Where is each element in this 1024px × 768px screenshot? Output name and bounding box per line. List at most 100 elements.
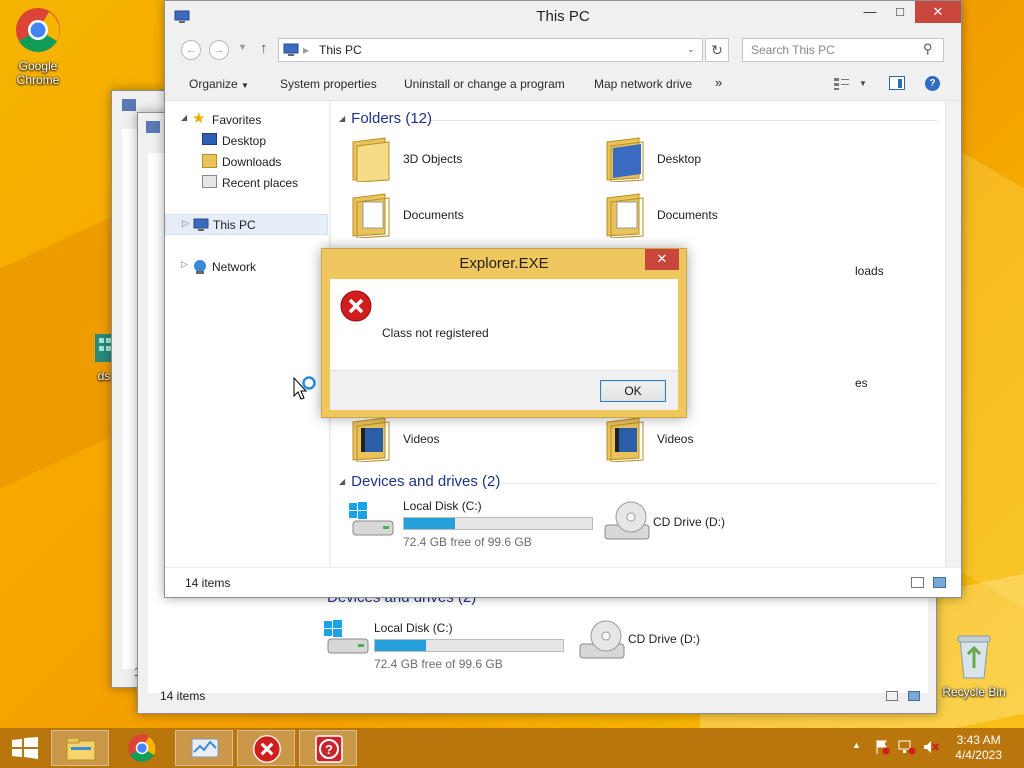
organize-button[interactable]: Organize ▼ xyxy=(189,77,249,91)
folder-pictures-label-partial[interactable]: es xyxy=(855,376,868,390)
clock-time: 3:43 AM xyxy=(956,733,1001,747)
status-item-count: 14 items xyxy=(185,576,231,590)
address-dropdown-icon[interactable]: ⌄ xyxy=(687,44,695,55)
expand-arrow-icon: ▷ xyxy=(181,259,188,269)
cd-drive-tile[interactable]: CD Drive (D:) xyxy=(576,618,776,670)
videos-folder-icon xyxy=(605,416,645,465)
tiles-view-icon[interactable] xyxy=(908,691,920,701)
local-disk-tile[interactable]: Local Disk (C:) 72.4 GB free of 99.6 GB xyxy=(322,613,582,671)
recent-places-icon xyxy=(202,175,217,188)
taskbar-file-explorer[interactable] xyxy=(51,730,109,766)
drive-usage-bar xyxy=(403,517,593,530)
desktop-icon xyxy=(202,133,217,145)
clock-date: 4/4/2023 xyxy=(955,748,1002,762)
nav-item-recent-places[interactable]: Recent places xyxy=(165,172,330,193)
taskbar-task-manager[interactable] xyxy=(175,730,233,766)
desktop-icon-label: Recycle Bin xyxy=(942,685,1006,699)
nav-item-desktop[interactable]: Desktop xyxy=(165,130,330,151)
forward-arrow-icon[interactable]: → xyxy=(209,40,229,60)
status-bar: 14 items xyxy=(165,567,961,597)
close-button[interactable]: ✕ xyxy=(915,1,961,23)
system-properties-button[interactable]: System properties xyxy=(280,77,377,91)
videos-folder-icon xyxy=(351,416,391,465)
folders-group-header[interactable]: ◢ Folders (12) xyxy=(339,110,432,127)
nav-item-downloads[interactable]: Downloads xyxy=(165,151,330,172)
maximize-button[interactable]: □ xyxy=(885,1,915,23)
collapse-arrow-icon: ◢ xyxy=(339,114,346,123)
dialog-close-button[interactable]: ✕ xyxy=(645,249,679,270)
volume-muted-icon[interactable] xyxy=(922,739,940,758)
folder-documents-2[interactable]: Documents xyxy=(605,192,825,244)
help-icon[interactable]: ? xyxy=(925,76,940,91)
chrome-icon xyxy=(6,6,70,57)
file-explorer-icon xyxy=(66,737,96,764)
drive-free-space: 72.4 GB free of 99.6 GB xyxy=(374,657,503,671)
network-status-icon[interactable] xyxy=(898,739,916,758)
nav-item-favorites[interactable]: ◢ ★ Favorites xyxy=(165,109,330,130)
cd-drive-icon xyxy=(601,499,651,548)
drive-name: CD Drive (D:) xyxy=(653,515,725,529)
cd-drive-icon xyxy=(576,618,626,667)
chrome-icon xyxy=(127,733,157,766)
expand-arrow-icon: ▷ xyxy=(182,218,189,228)
computer-icon xyxy=(146,121,160,133)
dialog-footer: OK xyxy=(330,370,678,410)
refresh-icon[interactable]: ↻ xyxy=(705,38,729,62)
taskbar-help[interactable]: ? xyxy=(299,730,357,766)
address-row: ← → ▼ ↑ ▸ This PC ⌄ ↻ Search This PC ⚲ xyxy=(165,31,961,67)
command-bar: Organize ▼ System properties Uninstall o… xyxy=(165,67,961,101)
windows-start-icon[interactable] xyxy=(12,737,38,762)
folder-documents[interactable]: Documents xyxy=(351,192,571,244)
folder-videos-2[interactable]: Videos xyxy=(605,416,825,468)
vertical-scrollbar[interactable] xyxy=(945,101,961,567)
local-disk-tile[interactable]: Local Disk (C:) 72.4 GB free of 99.6 GB xyxy=(347,491,607,551)
nav-item-network[interactable]: ▷ Network xyxy=(165,256,330,277)
folder-videos[interactable]: Videos xyxy=(351,416,571,468)
breadcrumb[interactable]: This PC xyxy=(319,43,362,57)
taskbar-error-dialog[interactable] xyxy=(237,730,295,766)
taskbar-chrome[interactable] xyxy=(113,730,171,766)
view-options-chevron-icon[interactable]: ▼ xyxy=(859,79,867,88)
desktop-icon-google-chrome[interactable]: Google Chrome xyxy=(6,6,70,87)
folder-downloads-label-partial[interactable]: loads xyxy=(855,264,884,278)
desktop-icon-recycle-bin[interactable]: Recycle Bin xyxy=(942,632,1006,699)
recent-locations-chevron-icon[interactable]: ▼ xyxy=(238,42,247,52)
window-titlebar[interactable]: This PC — □ ✕ xyxy=(165,1,961,31)
change-view-icon[interactable] xyxy=(833,77,851,91)
downloads-folder-icon xyxy=(202,154,217,168)
dialog-body: Class not registered xyxy=(330,279,678,370)
action-center-flag-icon[interactable] xyxy=(874,739,890,758)
back-arrow-icon[interactable]: ← xyxy=(181,40,201,60)
dialog-message: Class not registered xyxy=(382,326,489,340)
svg-text:?: ? xyxy=(325,742,333,757)
show-hidden-icons-icon[interactable]: ▲ xyxy=(852,740,861,750)
more-commands-button[interactable]: » xyxy=(715,75,722,90)
cd-drive-tile[interactable]: CD Drive (D:) xyxy=(601,499,801,551)
minimize-button[interactable]: — xyxy=(855,1,885,23)
ok-button[interactable]: OK xyxy=(600,380,666,402)
navigation-pane: ◢ ★ Favorites Desktop Downloads Recent p… xyxy=(165,101,330,567)
search-input[interactable]: Search This PC ⚲ xyxy=(742,38,944,62)
error-dialog[interactable]: Explorer.EXE ✕ Class not registered OK xyxy=(321,248,687,418)
documents-folder-icon xyxy=(351,192,391,241)
up-arrow-icon[interactable]: ↑ xyxy=(260,40,268,57)
desktop-icon-label: Google Chrome xyxy=(16,59,60,87)
desktop-folder-icon xyxy=(605,136,645,185)
details-view-icon[interactable] xyxy=(911,577,924,588)
address-bar[interactable]: ▸ This PC ⌄ xyxy=(278,38,703,62)
nav-item-this-pc[interactable]: ▷ This PC xyxy=(165,214,328,235)
expand-arrow-icon: ◢ xyxy=(181,113,188,122)
uninstall-program-button[interactable]: Uninstall or change a program xyxy=(404,77,565,91)
details-view-icon[interactable] xyxy=(886,691,898,701)
map-network-drive-button[interactable]: Map network drive xyxy=(594,77,692,91)
devices-group-header[interactable]: ◢ Devices and drives (2) xyxy=(339,473,500,490)
folder-desktop[interactable]: Desktop xyxy=(605,136,825,188)
folder-3d-objects[interactable]: 3D Objects xyxy=(351,136,571,188)
folder-icon xyxy=(351,136,391,183)
tiles-view-icon[interactable] xyxy=(933,577,946,588)
window-title: This PC xyxy=(536,8,590,25)
system-clock[interactable]: 3:43 AM 4/4/2023 xyxy=(955,733,1002,763)
chevron-down-icon: ▼ xyxy=(241,81,249,90)
breadcrumb-separator-icon[interactable]: ▸ xyxy=(303,43,309,57)
preview-pane-icon[interactable] xyxy=(889,76,905,90)
